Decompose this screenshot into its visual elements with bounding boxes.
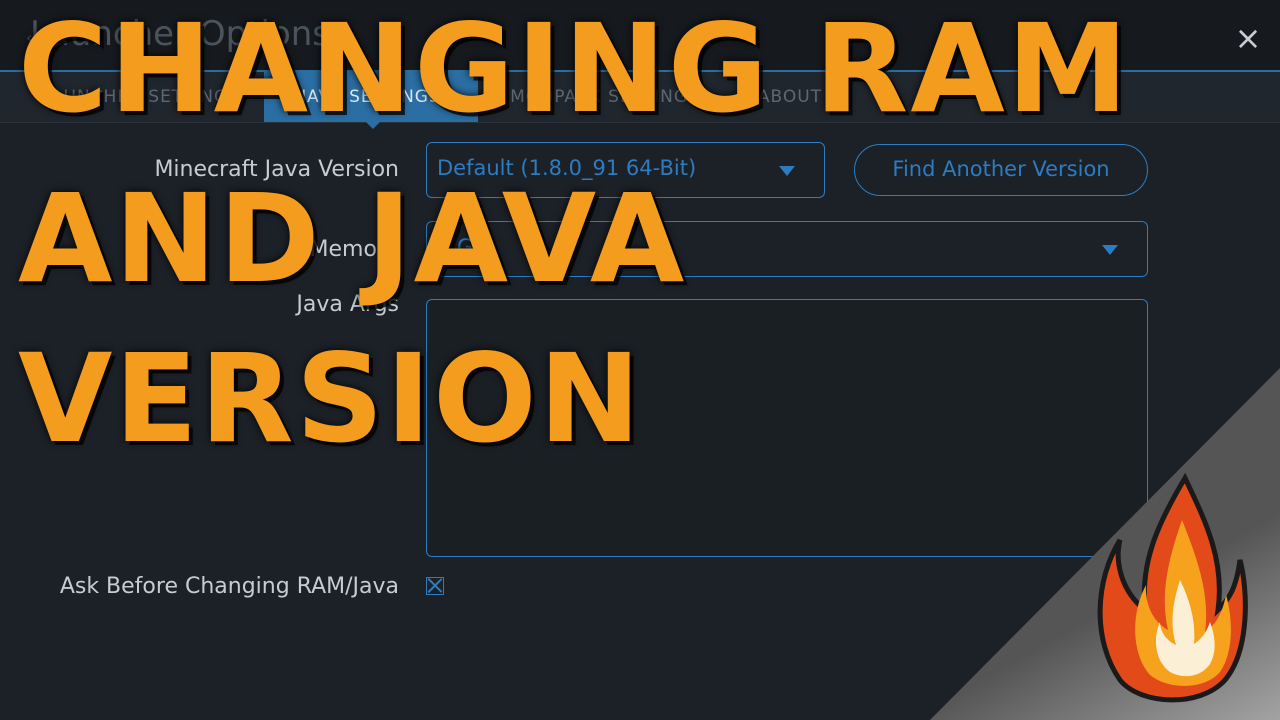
ask-before-label: Ask Before Changing RAM/Java <box>59 574 399 599</box>
overlay-line-1: CHANGING RAM <box>18 0 1131 140</box>
ask-before-checkbox[interactable] <box>426 577 444 595</box>
overlay-line-3: VERSION <box>18 328 643 470</box>
caret-down-icon <box>1102 245 1118 255</box>
caret-down-icon <box>779 166 795 176</box>
close-icon[interactable]: × <box>1230 20 1266 56</box>
find-another-version-button[interactable]: Find Another Version <box>854 144 1148 196</box>
overlay-line-2: AND JAVA <box>18 168 687 310</box>
